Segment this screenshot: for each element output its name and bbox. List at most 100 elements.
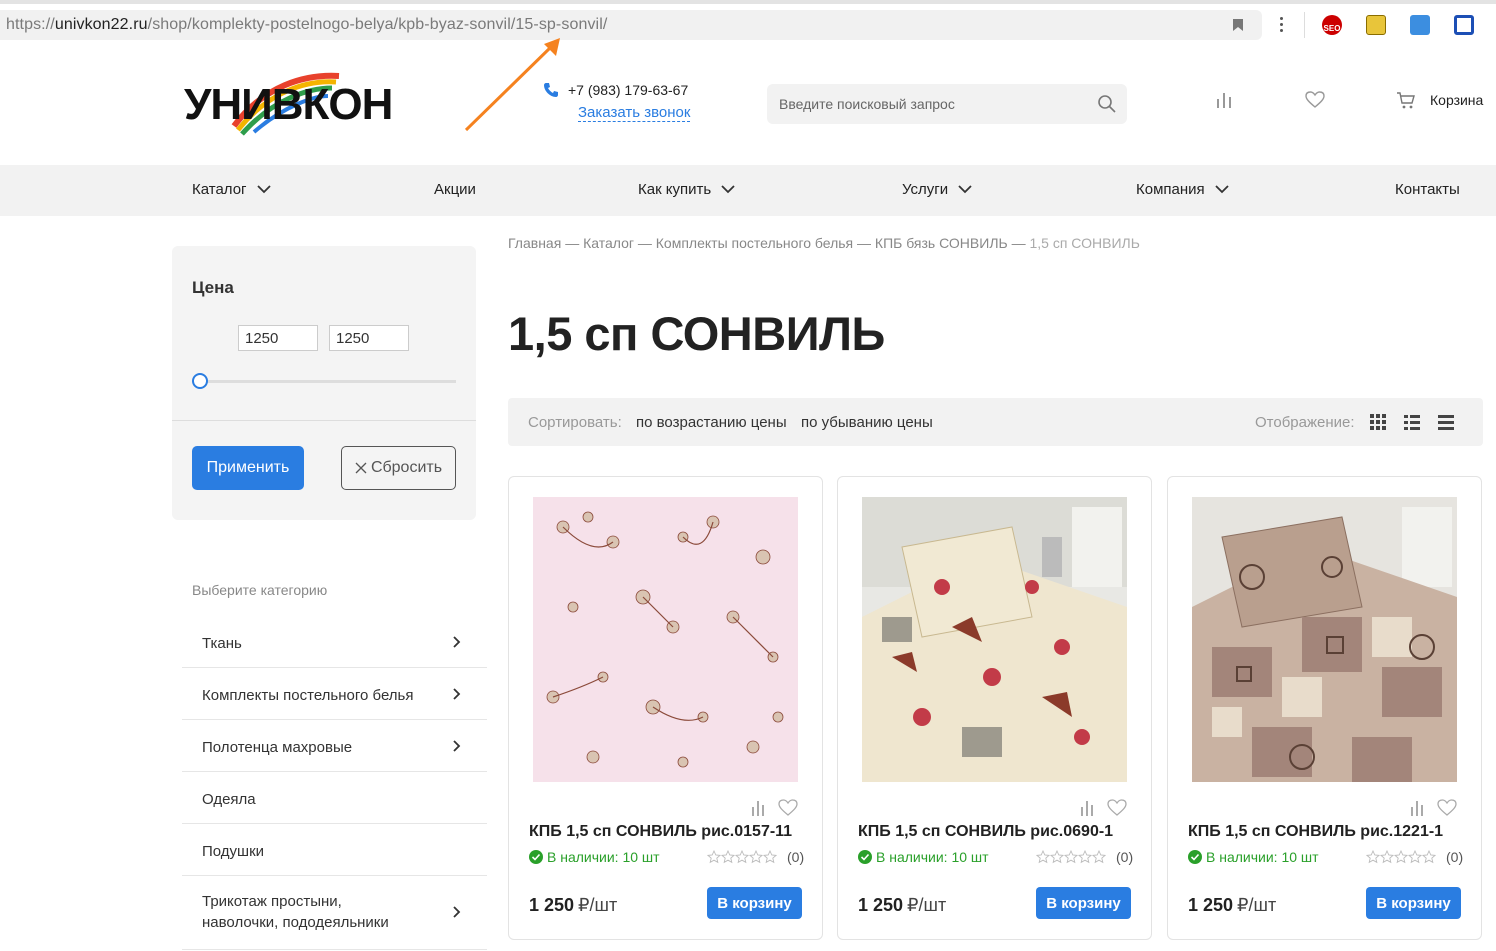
price-value: 1 250 bbox=[858, 895, 904, 915]
lock-extension-icon[interactable] bbox=[1454, 15, 1474, 35]
divider bbox=[172, 420, 476, 421]
folder-extension-icon[interactable] bbox=[1366, 15, 1386, 35]
list-view-icon[interactable] bbox=[1404, 414, 1420, 430]
stock-text: В наличии: 10 шт bbox=[547, 849, 660, 865]
sort-desc-link[interactable]: по убыванию цены bbox=[801, 414, 933, 431]
logo-text: УНИВКОН bbox=[184, 80, 393, 129]
table-view-icon[interactable] bbox=[1438, 414, 1454, 430]
category-item[interactable]: Полотенца махровые bbox=[182, 720, 487, 772]
product-rating: (0) bbox=[1366, 849, 1463, 865]
review-count: (0) bbox=[1116, 849, 1134, 865]
product-price: 1 250 ₽/шт bbox=[529, 895, 617, 916]
breadcrumb-bedding[interactable]: Комплекты постельного белья bbox=[656, 235, 853, 251]
breadcrumb-home[interactable]: Главная bbox=[508, 235, 561, 251]
bookmark-icon[interactable] bbox=[1232, 18, 1244, 32]
nav-promotions[interactable]: Акции bbox=[434, 181, 476, 198]
nav-contacts[interactable]: Контакты bbox=[1395, 181, 1460, 198]
product-image[interactable] bbox=[1192, 497, 1457, 782]
product-name[interactable]: КПБ 1,5 сп СОНВИЛЬ рис.1221-1 bbox=[1188, 823, 1443, 841]
chevron-down-icon bbox=[958, 185, 972, 194]
nav-how-to-buy[interactable]: Как купить bbox=[638, 181, 735, 198]
sort-label: Сортировать: bbox=[528, 414, 622, 431]
price-slider-track[interactable] bbox=[200, 380, 456, 383]
sort-bar: Сортировать: по возрастанию цены по убыв… bbox=[508, 398, 1483, 446]
category-label: Полотенца махровые bbox=[202, 739, 353, 756]
category-item[interactable]: Трикотаж простыни, наволочки, пододеяльн… bbox=[182, 876, 487, 950]
add-to-cart-button[interactable]: В корзину bbox=[1036, 887, 1131, 919]
add-to-cart-button[interactable]: В корзину bbox=[1366, 887, 1461, 919]
price-value: 1 250 bbox=[1188, 895, 1234, 915]
product-actions bbox=[1409, 799, 1457, 817]
favorites-heart-icon[interactable] bbox=[1437, 799, 1457, 817]
product-rating: (0) bbox=[707, 849, 804, 865]
product-image[interactable] bbox=[533, 497, 798, 782]
product-name[interactable]: КПБ 1,5 сп СОНВИЛЬ рис.0157-11 bbox=[529, 823, 792, 841]
nav-services[interactable]: Услуги bbox=[902, 181, 972, 198]
favorites-heart-icon[interactable] bbox=[778, 799, 798, 817]
breadcrumb-catalog[interactable]: Каталог bbox=[583, 235, 634, 251]
category-item[interactable]: Одеяла bbox=[182, 772, 487, 824]
browser-toolbar: https://univkon22.ru/shop/komplekty-post… bbox=[0, 0, 1496, 44]
cart-link[interactable]: Корзина bbox=[1430, 92, 1483, 108]
compare-icon[interactable] bbox=[1079, 799, 1095, 817]
rating-stars-icon[interactable] bbox=[1036, 850, 1106, 864]
category-item[interactable]: Подушки bbox=[182, 824, 487, 876]
nav-label: Каталог bbox=[192, 181, 247, 198]
chevron-down-icon bbox=[256, 185, 271, 194]
stock-status: В наличии: 10 шт bbox=[1188, 849, 1319, 865]
breadcrumb-sonvil[interactable]: КПБ бязь СОНВИЛЬ bbox=[875, 235, 1008, 251]
price-slider-handle[interactable] bbox=[192, 373, 208, 389]
favorites-heart-icon[interactable] bbox=[1305, 90, 1325, 110]
price-min-input[interactable] bbox=[238, 325, 318, 351]
favorites-heart-icon[interactable] bbox=[1107, 799, 1127, 817]
compare-icon[interactable] bbox=[1409, 799, 1425, 817]
close-icon bbox=[355, 462, 367, 474]
phone-number[interactable]: +7 (983) 179-63-67 bbox=[568, 82, 688, 98]
product-image[interactable] bbox=[862, 497, 1127, 782]
apply-filter-button[interactable]: Применить bbox=[192, 446, 304, 490]
product-name[interactable]: КПБ 1,5 сп СОНВИЛЬ рис.0690-1 bbox=[858, 823, 1113, 841]
price-unit: ₽/шт bbox=[1237, 895, 1277, 915]
address-bar[interactable]: https://univkon22.ru/shop/komplekty-post… bbox=[0, 10, 1262, 40]
add-to-cart-button[interactable]: В корзину bbox=[707, 887, 802, 919]
search-icon[interactable] bbox=[1097, 94, 1117, 114]
product-rating: (0) bbox=[1036, 849, 1133, 865]
category-label: Одеяла bbox=[202, 791, 256, 808]
compare-icon[interactable] bbox=[1214, 90, 1234, 110]
reset-filter-button[interactable]: Сбросить bbox=[341, 446, 456, 490]
nav-catalog[interactable]: Каталог bbox=[192, 181, 271, 198]
check-circle-icon bbox=[529, 850, 543, 864]
breadcrumb-separator: — bbox=[857, 235, 872, 251]
filter-title: Цена bbox=[192, 278, 234, 297]
sort-asc-link[interactable]: по возрастанию цены bbox=[636, 414, 787, 431]
category-item[interactable]: Комплекты постельного белья bbox=[182, 668, 487, 720]
product-price: 1 250 ₽/шт bbox=[858, 895, 946, 916]
check-circle-icon bbox=[858, 850, 872, 864]
rating-stars-icon[interactable] bbox=[707, 850, 777, 864]
reset-label: Сбросить bbox=[370, 459, 443, 476]
cart-icon[interactable] bbox=[1396, 90, 1416, 110]
product-card[interactable]: КПБ 1,5 сп СОНВИЛЬ рис.0690-1 В наличии:… bbox=[837, 476, 1152, 940]
product-actions bbox=[750, 799, 798, 817]
browser-menu-icon[interactable] bbox=[1280, 17, 1284, 33]
compare-icon[interactable] bbox=[750, 799, 766, 817]
callback-link[interactable]: Заказать звонок bbox=[578, 104, 691, 122]
price-max-input[interactable] bbox=[329, 325, 409, 351]
nav-company[interactable]: Компания bbox=[1136, 181, 1229, 198]
product-card[interactable]: КПБ 1,5 сп СОНВИЛЬ рис.1221-1 В наличии:… bbox=[1167, 476, 1482, 940]
site-logo[interactable]: УНИВКОН bbox=[182, 66, 393, 138]
category-item[interactable]: Ткань bbox=[182, 616, 487, 668]
view-label: Отображение: bbox=[1255, 414, 1355, 431]
review-count: (0) bbox=[787, 849, 805, 865]
search-box bbox=[767, 84, 1127, 124]
product-card[interactable]: КПБ 1,5 сп СОНВИЛЬ рис.0157-11 В наличии… bbox=[508, 476, 823, 940]
search-input[interactable] bbox=[779, 84, 1079, 124]
rating-stars-icon[interactable] bbox=[1366, 850, 1436, 864]
grid-view-icon[interactable] bbox=[1370, 414, 1386, 430]
price-unit: ₽/шт bbox=[578, 895, 618, 915]
chevron-right-icon bbox=[453, 740, 461, 752]
seo-extension-icon[interactable]: SEO bbox=[1322, 15, 1342, 35]
price-unit: ₽/шт bbox=[907, 895, 947, 915]
key-extension-icon[interactable] bbox=[1410, 15, 1430, 35]
stock-text: В наличии: 10 шт bbox=[876, 849, 989, 865]
